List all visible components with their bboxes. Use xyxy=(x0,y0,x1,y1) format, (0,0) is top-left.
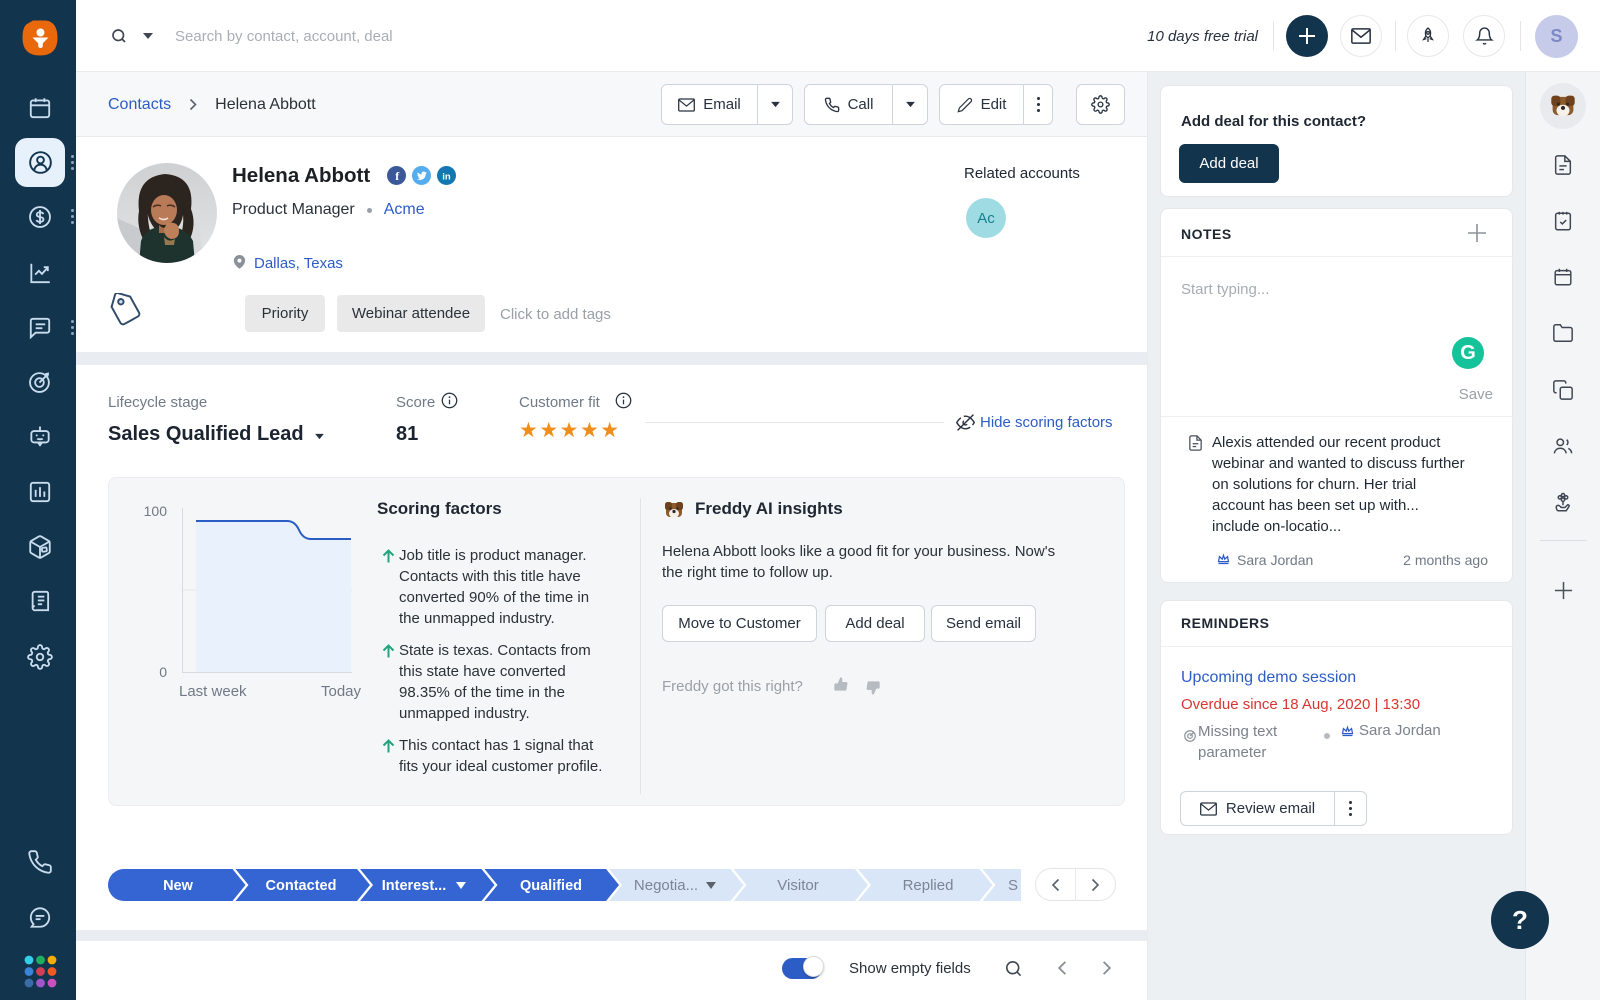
svg-text:Replied: Replied xyxy=(903,877,954,894)
svg-text:Contacted: Contacted xyxy=(266,878,337,894)
svg-text:S: S xyxy=(1008,877,1018,894)
svg-text:Qualified: Qualified xyxy=(520,878,582,894)
svg-text:Interest...: Interest... xyxy=(382,878,446,894)
svg-text:New: New xyxy=(163,878,194,894)
svg-text:in: in xyxy=(442,171,451,182)
svg-text:Visitor: Visitor xyxy=(777,877,818,894)
svg-text:Negotia...: Negotia... xyxy=(634,877,698,894)
